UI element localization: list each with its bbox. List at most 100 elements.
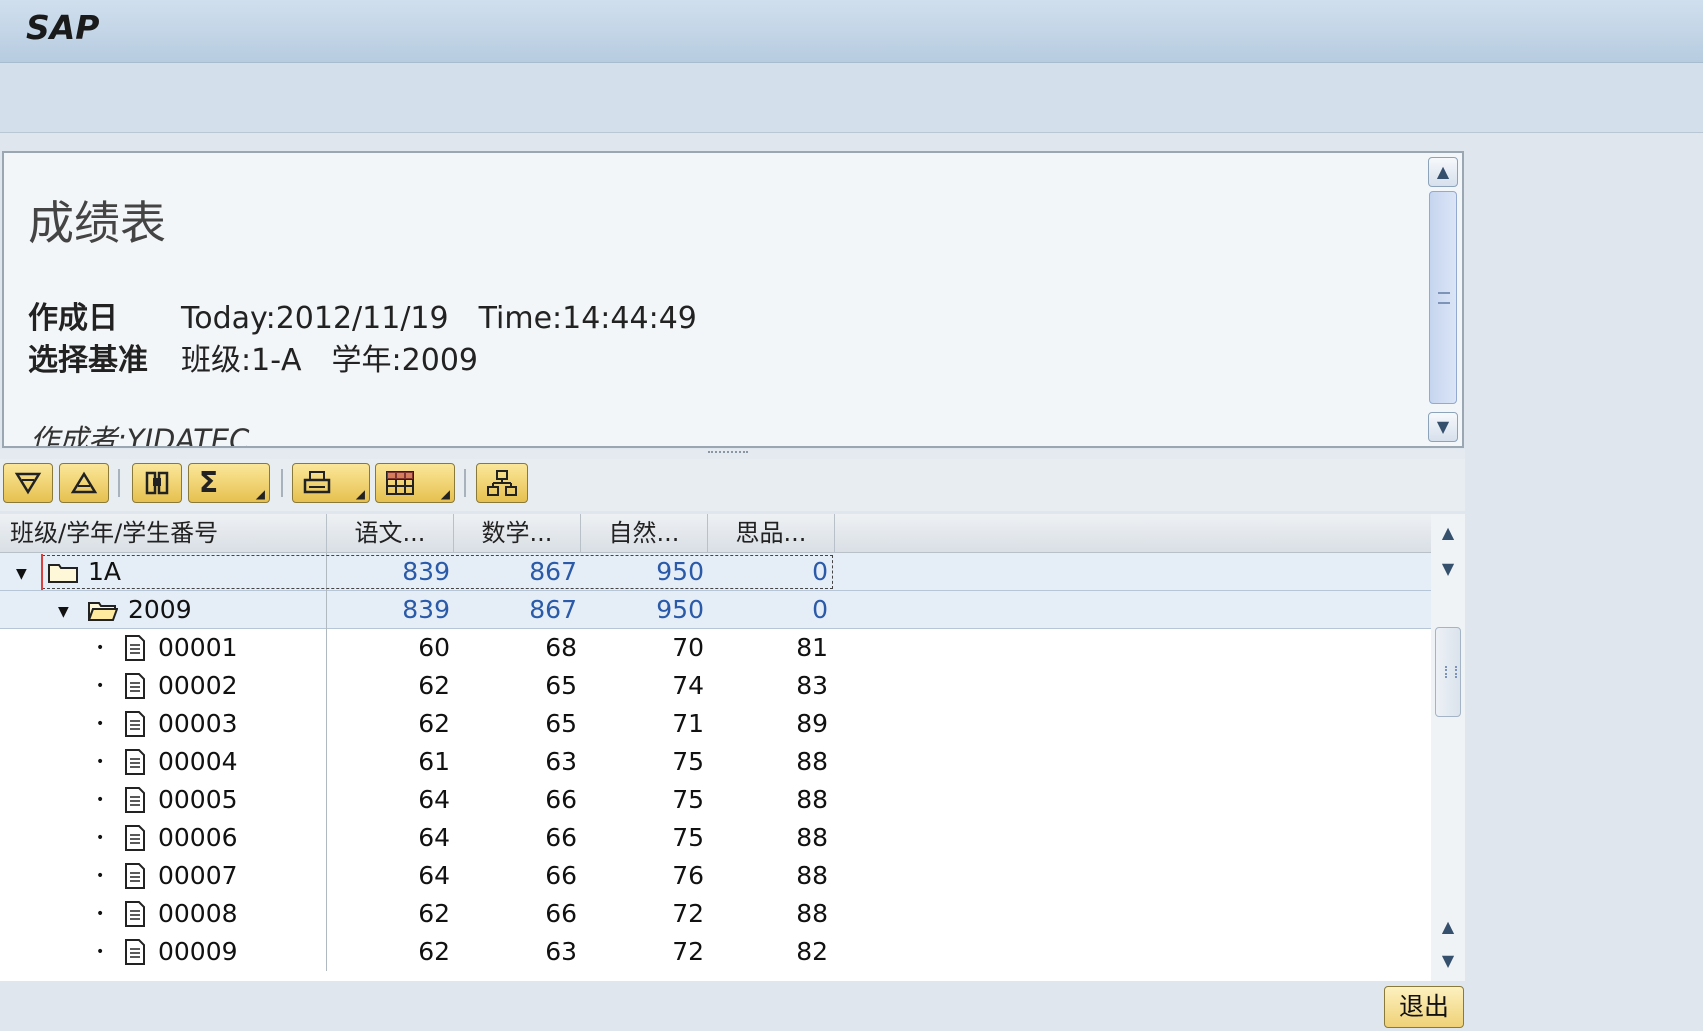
student-row[interactable]: • 00003 62 65 71 89 (0, 705, 1431, 743)
cell-value: 81 (796, 633, 828, 662)
tree-node-year[interactable]: ▼ 2009 839 867 950 0 (0, 591, 1431, 629)
title-bar: SAP (0, 0, 1703, 63)
report-title: 成绩表 (28, 196, 166, 250)
scroll-down-icon[interactable]: ▼ (1433, 554, 1463, 584)
cell-value: 75 (672, 823, 704, 852)
focus-rectangle (41, 554, 833, 590)
student-id: 00004 (158, 747, 238, 776)
expand-all-icon (14, 472, 42, 495)
cell-value: 839 (402, 595, 450, 624)
cell-value: 66 (545, 899, 577, 928)
cell-value: 64 (418, 861, 450, 890)
scroll-down-icon[interactable]: ▼ (1428, 412, 1458, 442)
collapse-all-button[interactable] (59, 463, 109, 503)
cell-value: 62 (418, 937, 450, 966)
cell-value: 82 (796, 937, 828, 966)
cell-value: 88 (796, 823, 828, 852)
scroll-thumb[interactable] (1435, 627, 1461, 717)
column-header-math[interactable]: 数学... (454, 514, 581, 552)
student-id: 00009 (158, 937, 238, 966)
cell-value: 62 (418, 899, 450, 928)
hierarchy-icon (487, 470, 517, 496)
scroll-down-icon[interactable]: ▼ (1433, 946, 1463, 976)
cell-value: 76 (672, 861, 704, 890)
expand-all-button[interactable] (3, 463, 53, 503)
column-header-hierarchy[interactable]: 班级/学年/学生番号 (0, 514, 327, 552)
cell-value: 63 (545, 747, 577, 776)
student-row[interactable]: • 00006 64 66 75 88 (0, 819, 1431, 857)
created-date: Today:2012/11/19 (181, 301, 449, 336)
cell-value: 74 (672, 671, 704, 700)
cell-value: 0 (812, 595, 828, 624)
criteria-line: 选择基准 班级:1-A 学年:2009 (28, 335, 478, 379)
folder-open-icon (88, 602, 118, 621)
cell-value: 63 (545, 937, 577, 966)
cell-value: 83 (796, 671, 828, 700)
student-row[interactable]: • 00002 62 65 74 83 (0, 667, 1431, 705)
layout-dropdown-icon[interactable]: ◢ (441, 488, 450, 500)
student-id: 00006 (158, 823, 238, 852)
document-icon (125, 711, 145, 737)
tree-node-class[interactable]: ▼ 1A 839 867 950 0 (0, 553, 1431, 591)
scroll-up-icon[interactable]: ▲ (1433, 518, 1463, 548)
student-row[interactable]: • 00008 62 66 72 88 (0, 895, 1431, 933)
document-icon (125, 673, 145, 699)
find-icon (145, 471, 169, 495)
tree-node-label: 2009 (128, 595, 192, 624)
cell-value: 66 (545, 861, 577, 890)
header-scrollbar[interactable]: ▲ ▼ (1428, 157, 1458, 444)
collapse-triangle-icon[interactable]: ▼ (16, 566, 27, 582)
student-row[interactable]: • 00004 61 63 75 88 (0, 743, 1431, 781)
print-dropdown-icon[interactable]: ◢ (356, 488, 365, 500)
grid-toolbar: Σ ◢ ◢ ◢ (0, 459, 1465, 511)
sum-dropdown-icon[interactable]: ◢ (256, 488, 265, 500)
sum-button[interactable]: Σ ◢ (188, 463, 270, 503)
column-header-chinese[interactable]: 语文... (327, 514, 454, 552)
splitter-handle[interactable] (0, 449, 1465, 459)
report-header-panel: 成绩表 作成日 Today:2012/11/19 Time:14:44:49 选择基… (2, 151, 1464, 448)
student-id: 00007 (158, 861, 238, 890)
hierarchy-button[interactable] (476, 463, 528, 503)
student-row[interactable]: • 00009 62 63 72 82 (0, 933, 1431, 971)
cell-value: 71 (672, 709, 704, 738)
collapse-triangle-icon[interactable]: ▼ (58, 604, 69, 620)
cell-value: 61 (418, 747, 450, 776)
criteria-year: 学年:2009 (331, 343, 479, 378)
find-button[interactable] (132, 463, 182, 503)
layout-button[interactable]: ◢ (375, 463, 455, 503)
cell-value: 72 (672, 937, 704, 966)
application-toolbar (0, 63, 1703, 133)
scroll-thumb[interactable] (1429, 191, 1457, 404)
grid-scrollbar[interactable]: ▲ ▼ ▲ ▼ (1431, 514, 1465, 981)
scroll-up-icon[interactable]: ▲ (1428, 157, 1458, 187)
print-icon (303, 471, 331, 494)
cell-value: 64 (418, 785, 450, 814)
student-row[interactable]: • 00005 64 66 75 88 (0, 781, 1431, 819)
window-title: SAP (26, 8, 100, 47)
cell-value: 65 (545, 671, 577, 700)
column-header-science[interactable]: 自然... (581, 514, 708, 552)
cell-value: 62 (418, 709, 450, 738)
leaf-bullet-icon: • (96, 830, 105, 846)
cell-value: 867 (529, 595, 577, 624)
exit-button[interactable]: 退出 (1384, 986, 1464, 1028)
student-row[interactable]: • 00001 60 68 70 81 (0, 629, 1431, 667)
document-icon (125, 863, 145, 889)
scroll-up-icon[interactable]: ▲ (1433, 912, 1463, 942)
student-id: 00001 (158, 633, 238, 662)
cell-value: 60 (418, 633, 450, 662)
cell-value: 89 (796, 709, 828, 738)
student-row[interactable]: • 00007 64 66 76 88 (0, 857, 1431, 895)
leaf-bullet-icon: • (96, 868, 105, 884)
tree-grid: 班级/学年/学生番号 语文... 数学... 自然... 思品... ▼ 1A … (0, 514, 1465, 981)
cell-value: 65 (545, 709, 577, 738)
cell-value: 950 (656, 595, 704, 624)
print-button[interactable]: ◢ (292, 463, 370, 503)
student-id: 00005 (158, 785, 238, 814)
cell-value: 88 (796, 899, 828, 928)
cell-value: 75 (672, 747, 704, 776)
column-header-ethics[interactable]: 思品... (708, 514, 835, 552)
cell-value: 62 (418, 671, 450, 700)
cell-value: 70 (672, 633, 704, 662)
cell-value: 66 (545, 823, 577, 852)
